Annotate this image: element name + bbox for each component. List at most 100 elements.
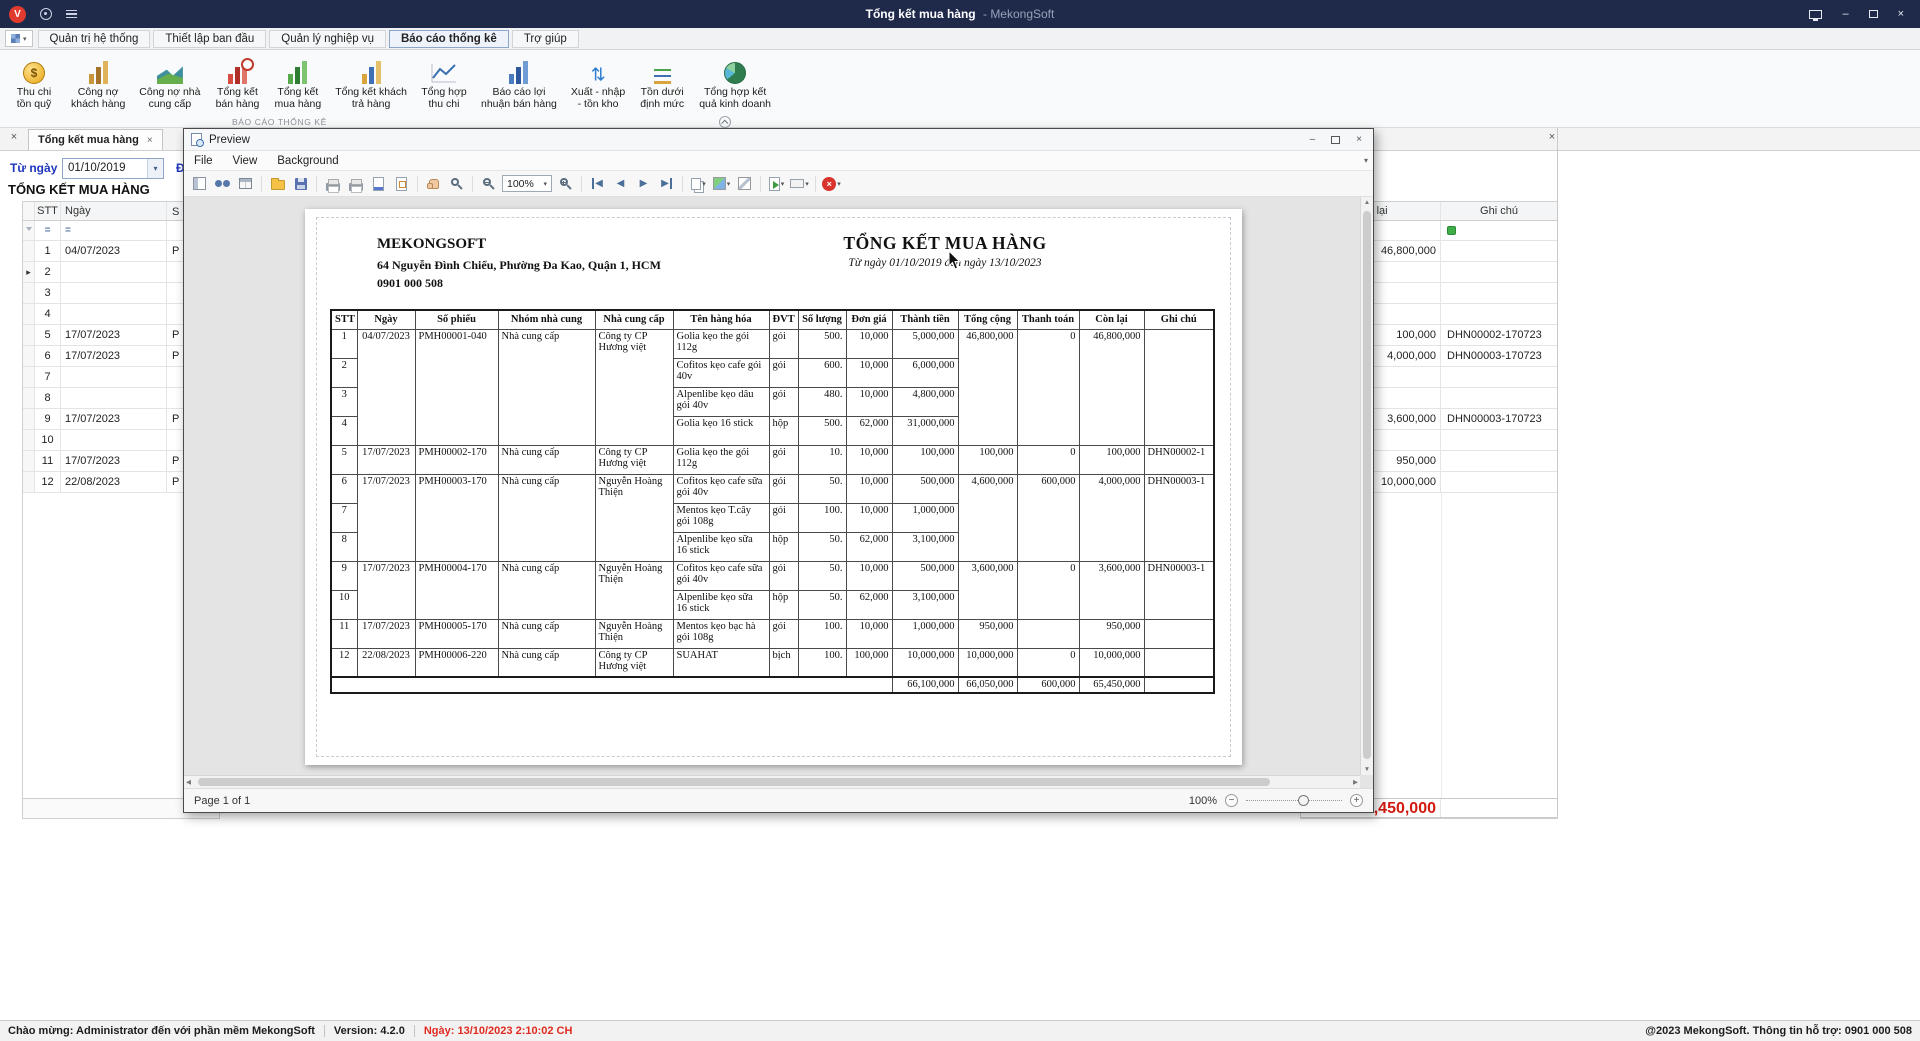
quick-print-icon[interactable] <box>345 173 366 194</box>
zoom-out-icon[interactable] <box>478 173 499 194</box>
open-icon[interactable] <box>267 173 288 194</box>
hand-tool-icon[interactable] <box>423 173 444 194</box>
record-icon[interactable] <box>40 8 52 20</box>
ribbon-button-tong-ket-mua-hang[interactable]: Tổng kết mua hàng <box>269 54 326 112</box>
preview-minimize-button[interactable]: – <box>1310 134 1316 145</box>
preview-close-button[interactable]: × <box>1356 134 1362 145</box>
horizontal-scrollbar[interactable]: ◀ ▶ <box>184 775 1360 788</box>
ribbon-button-xuat-nhap-ton-kho[interactable]: ⇄ Xuất - nhập - tồn kho <box>566 54 630 112</box>
menu-background[interactable]: Background <box>267 153 348 169</box>
search-icon[interactable] <box>212 173 233 194</box>
page-setup-icon[interactable] <box>368 173 389 194</box>
ribbon-button-tong-ket-ban-hang[interactable]: Tổng kết bán hàng <box>209 54 265 112</box>
cell-stt: 9 <box>35 409 61 429</box>
menu-file[interactable]: File <box>184 153 223 169</box>
next-page-icon[interactable]: ▶ <box>633 173 654 194</box>
vertical-scrollbar[interactable]: ▲ ▼ <box>1360 197 1373 775</box>
from-date-input[interactable]: 01/10/2019 ▾ <box>62 158 164 179</box>
report-row: 104/07/2023PMH00001-040Nhà cung cấpCông … <box>331 329 1214 358</box>
cell-stt: 11 <box>35 451 61 471</box>
ribbon-button-ton-duoi-dinh-muc[interactable]: Tồn dưới định mức <box>634 54 690 112</box>
report-cell: PMH00003-170 <box>415 474 498 561</box>
cycle-arrows-icon: ⇄ <box>588 66 608 81</box>
report-cell: Cofitos kẹo cafe gói 40v <box>673 358 769 387</box>
ribbon-button-cong-no-khach-hang[interactable]: Công nợ khách hàng <box>66 54 130 112</box>
prev-page-icon[interactable]: ◀ <box>610 173 631 194</box>
ribbon-tab-thiet-lap-ban-dau[interactable]: Thiết lập ban đầu <box>153 30 266 48</box>
menu-view[interactable]: View <box>223 153 268 169</box>
report-company-block: MEKONGSOFT 64 Nguyễn Đình Chiểu, Phường … <box>377 233 661 292</box>
multiple-pages-icon[interactable]: ▾ <box>688 173 709 194</box>
scrollbar-thumb[interactable] <box>198 778 1270 786</box>
last-page-icon[interactable]: ▶ <box>656 173 677 194</box>
report-cell: 04/07/2023 <box>357 329 415 445</box>
export-icon[interactable]: ▾ <box>766 173 787 194</box>
minimize-button[interactable]: – <box>1842 8 1848 20</box>
report-cell: Nguyễn Hoàng Thiện <box>595 619 673 648</box>
ribbon-button-cong-no-nha-cung-cap[interactable]: Công nợ nhà cung cấp <box>134 54 205 112</box>
save-icon[interactable] <box>290 173 311 194</box>
zoom-in-icon[interactable] <box>555 173 576 194</box>
table-icon[interactable] <box>235 173 256 194</box>
scroll-down-icon[interactable]: ▼ <box>1362 764 1372 775</box>
document-map-icon[interactable] <box>189 173 210 194</box>
ribbon-tab-tro-giup[interactable]: Trợ giúp <box>512 30 579 48</box>
scrollbar-thumb[interactable] <box>1363 211 1371 759</box>
col-header-stt[interactable]: STT <box>35 202 61 220</box>
zoom-slider[interactable] <box>1246 795 1342 806</box>
cell-ghi-chu <box>1441 388 1557 408</box>
zoom-select[interactable]: 100% ▾ <box>502 175 552 192</box>
menubar-overflow-icon[interactable]: ▾ <box>1364 156 1368 165</box>
watermark-icon[interactable] <box>734 173 755 194</box>
ribbon-button-tong-ket-khach-tra-hang[interactable]: Tổng kết khách trả hàng <box>330 54 412 112</box>
first-page-icon[interactable]: ◀ <box>587 173 608 194</box>
report-cell: Alpenlibe kẹo sữa 16 stick <box>673 590 769 619</box>
scroll-up-icon[interactable]: ▲ <box>1362 197 1372 208</box>
zoom-out-button[interactable]: − <box>1225 794 1238 807</box>
ribbon-button-thu-chi-ton-quy[interactable]: $ Thu chi tồn quỹ <box>6 54 62 112</box>
ribbon-tab-quan-tri-he-thong[interactable]: Quản trị hệ thống <box>38 30 151 48</box>
col-header-ghi-chu[interactable]: Ghi chú <box>1441 202 1557 220</box>
zoom-in-button[interactable]: + <box>1350 794 1363 807</box>
preview-titlebar[interactable]: Preview – × <box>184 129 1373 151</box>
preview-maximize-button[interactable] <box>1331 136 1340 144</box>
scale-icon[interactable] <box>391 173 412 194</box>
document-tab[interactable]: Tổng kết mua hàng × <box>28 129 163 150</box>
email-icon[interactable]: ▾ <box>789 173 810 194</box>
close-preview-icon[interactable]: ×▾ <box>821 173 842 194</box>
scroll-right-icon[interactable]: ▶ <box>1351 776 1360 788</box>
magnifier-icon[interactable] <box>446 173 467 194</box>
maximize-button[interactable] <box>1869 10 1878 18</box>
fullscreen-button[interactable] <box>1809 10 1822 19</box>
divider <box>324 1025 325 1037</box>
report-cell: 0 <box>1017 445 1079 474</box>
filter-cell-stt[interactable]: = <box>35 221 61 240</box>
ribbon-button-tong-hop-ket-qua-kinh-doanh[interactable]: Tổng hợp kết quả kinh doanh <box>694 54 776 112</box>
col-header-ngay[interactable]: Ngày <box>61 202 167 220</box>
dropdown-icon[interactable]: ▾ <box>147 159 163 178</box>
cell-stt: 1 <box>35 241 61 261</box>
ribbon-button-tong-hop-thu-chi[interactable]: Tổng hợp thu chi <box>416 54 472 112</box>
app-menu-button[interactable]: ▾ <box>5 30 33 47</box>
hamburger-menu-icon[interactable] <box>66 10 77 18</box>
ribbon-tab-bao-cao-thong-ke[interactable]: Báo cáo thống kê <box>389 30 509 48</box>
print-icon[interactable] <box>322 173 343 194</box>
report-total-cell: 66,100,000 <box>892 677 958 693</box>
close-button[interactable]: × <box>1898 8 1904 20</box>
filter-cell-ngay[interactable]: = <box>61 221 167 240</box>
close-all-tabs-button[interactable]: × <box>6 131 22 143</box>
zoom-slider-knob[interactable] <box>1298 795 1309 806</box>
scroll-left-icon[interactable]: ◀ <box>184 776 193 788</box>
report-cell: 7 <box>331 503 357 532</box>
tab-close-icon[interactable]: × <box>147 135 153 146</box>
cell-ngay <box>61 283 167 303</box>
ribbon-tab-quan-ly-nghiep-vu[interactable]: Quản lý nghiệp vụ <box>269 30 386 48</box>
line-chart-icon <box>431 62 457 84</box>
divider <box>815 176 816 192</box>
cell-ngay <box>61 262 167 282</box>
page-color-icon[interactable]: ▾ <box>711 173 732 194</box>
report-cell: 10,000 <box>846 561 892 590</box>
filter-cell-ghi-chu[interactable] <box>1441 221 1557 240</box>
ribbon-button-bao-cao-loi-nhuan-ban-hang[interactable]: Báo cáo lợi nhuận bán hàng <box>476 54 562 112</box>
ribbon-collapse-button[interactable] <box>719 116 731 128</box>
